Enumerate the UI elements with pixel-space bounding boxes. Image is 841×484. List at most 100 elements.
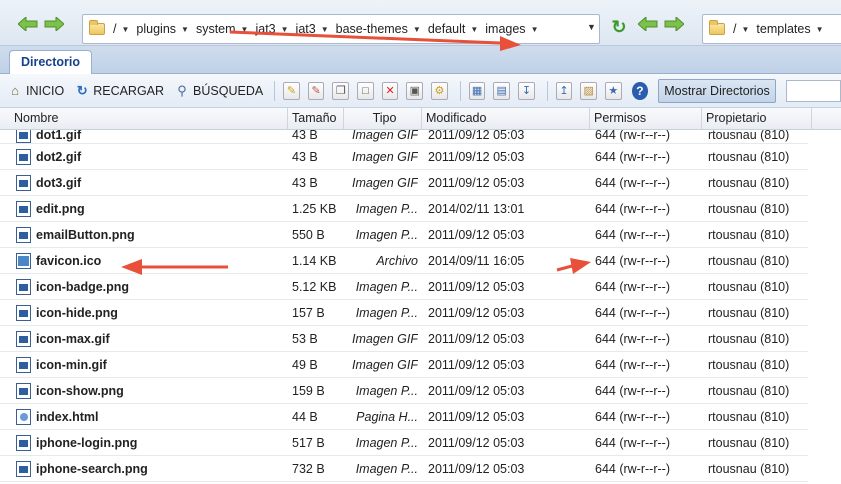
filter-input[interactable]	[785, 79, 841, 102]
column-header-size[interactable]: Tamaño	[288, 108, 344, 130]
cell-modified: 2014/09/11 16:05	[428, 254, 525, 268]
image-file-icon	[16, 149, 31, 165]
tab-directorio[interactable]: Directorio	[9, 50, 92, 75]
table-row[interactable]: favicon.ico 1.14 KB Archivo 2014/09/11 16:0…	[0, 248, 808, 274]
cell-name[interactable]: dot3.gif	[16, 170, 286, 196]
cell-name[interactable]: icon-max.gif	[16, 326, 286, 352]
right-crumb[interactable]: / ▼	[733, 22, 749, 36]
chevron-down-icon[interactable]: ▼	[121, 25, 129, 34]
cell-name[interactable]: iphone-login.png	[16, 430, 286, 456]
copy-icon[interactable]: ❐	[332, 81, 350, 100]
table-row[interactable]: dot3.gif 43 B Imagen GIF 2011/09/12 05:03 64…	[0, 170, 808, 196]
grid-right-gutter	[808, 130, 841, 484]
view-list-icon[interactable]: ▤	[493, 81, 511, 100]
extract-icon[interactable]: ★	[605, 81, 622, 100]
cell-name[interactable]: icon-show.png	[16, 378, 286, 404]
column-header-type[interactable]: Tipo	[344, 108, 422, 130]
left-crumb[interactable]: default ▼	[428, 22, 478, 36]
chevron-down-icon[interactable]: ▼	[321, 25, 329, 34]
reload-button[interactable]: ↻ RECARGAR	[71, 79, 167, 103]
cell-name[interactable]: icon-min.gif	[16, 352, 286, 378]
cell-name[interactable]: favicon.ico	[16, 248, 286, 274]
show-directories-button[interactable]: Mostrar Directorios	[658, 78, 776, 103]
column-header-permissions[interactable]: Permisos	[590, 108, 702, 130]
chevron-down-icon[interactable]: ▼	[816, 25, 824, 34]
left-crumb[interactable]: plugins ▼	[136, 22, 189, 36]
crumb-label: default	[427, 22, 466, 36]
table-row[interactable]: icon-max.gif 53 B Imagen GIF 2011/09/12 05:…	[0, 326, 808, 352]
left-crumb[interactable]: system ▼	[196, 22, 249, 36]
new-file-icon[interactable]: ✎	[283, 81, 300, 100]
table-row[interactable]: icon-hide.png 157 B Imagen P... 2011/09/12 …	[0, 300, 808, 326]
path-dropdown-icon[interactable]: ▼	[587, 22, 596, 32]
table-row[interactable]: emailButton.png 550 B Imagen P... 2011/09/1…	[0, 222, 808, 248]
chevron-down-icon[interactable]: ▼	[741, 25, 749, 34]
cell-name[interactable]: dot2.gif	[16, 144, 286, 170]
left-crumb[interactable]: jat3 ▼	[296, 22, 329, 36]
chevron-down-icon[interactable]: ▼	[413, 25, 421, 34]
left-crumb[interactable]: images ▼	[485, 22, 538, 36]
cell-permissions: 644 (rw-r--r--)	[595, 150, 670, 164]
column-header-name[interactable]: Nombre	[10, 108, 288, 130]
column-header-owner[interactable]: Propietario	[702, 108, 812, 130]
chevron-down-icon[interactable]: ▼	[281, 25, 289, 34]
cell-name[interactable]: dot1.gif	[16, 130, 286, 143]
cell-owner: rtousnau (810)	[708, 332, 790, 346]
chevron-down-icon[interactable]: ▼	[531, 25, 539, 34]
forward-arrow-icon[interactable]	[44, 17, 64, 31]
help-icon[interactable]: ?	[631, 81, 649, 100]
delete-icon[interactable]: ✕	[381, 81, 399, 100]
rename-icon[interactable]: ▣	[406, 81, 424, 100]
download-icon[interactable]: ↧	[518, 81, 535, 100]
cell-modified: 2011/09/12 05:03	[428, 280, 525, 294]
search-button[interactable]: ⚲ BÚSQUEDA	[171, 79, 266, 103]
chevron-down-icon[interactable]: ▼	[241, 25, 249, 34]
properties-icon[interactable]: ⚙	[431, 81, 448, 100]
cell-permissions: 644 (rw-r--r--)	[595, 384, 670, 398]
grid-header: Nombre Tamaño Tipo Modificado Permisos P…	[0, 108, 841, 130]
back-arrow-icon[interactable]	[18, 17, 38, 31]
path-breadcrumb[interactable]: / ▼ plugins ▼ system ▼ jat3 ▼ jat3 ▼ base-themes ▼ d…	[82, 14, 600, 44]
table-row[interactable]: edit.png 1.25 KB Imagen P... 2014/02/11 13:…	[0, 196, 808, 222]
path-breadcrumb-right[interactable]: / ▼ templates ▼	[702, 14, 841, 44]
back-arrow-icon-right[interactable]	[638, 17, 658, 31]
home-icon: ⌂	[11, 82, 19, 98]
home-button[interactable]: ⌂ INICIO	[4, 79, 67, 103]
right-crumb[interactable]: templates ▼	[756, 22, 823, 36]
table-row[interactable]: icon-badge.png 5.12 KB Imagen P... 2011/09/…	[0, 274, 808, 300]
cell-name[interactable]: index.html	[16, 404, 286, 430]
cell-name[interactable]: iphone-search.png	[16, 456, 286, 482]
cell-name[interactable]: icon-hide.png	[16, 300, 286, 326]
forward-arrow-icon-right[interactable]	[664, 17, 684, 31]
cell-owner: rtousnau (810)	[708, 228, 790, 242]
cell-owner: rtousnau (810)	[708, 254, 790, 268]
cell-owner: rtousnau (810)	[708, 176, 790, 190]
edit-file-icon[interactable]: ✎	[307, 81, 325, 100]
column-header-modified[interactable]: Modificado	[422, 108, 590, 130]
cell-name[interactable]: edit.png	[16, 196, 286, 222]
cell-size: 44 B	[292, 410, 318, 424]
cell-permissions: 644 (rw-r--r--)	[595, 410, 670, 424]
chevron-down-icon[interactable]: ▼	[470, 25, 478, 34]
table-row[interactable]: iphone-login.png 517 B Imagen P... 2011/09/…	[0, 430, 808, 456]
table-row[interactable]: icon-min.gif 49 B Imagen GIF 2011/09/12 05:…	[0, 352, 808, 378]
chevron-down-icon[interactable]: ▼	[181, 25, 189, 34]
view-icons-icon[interactable]: ▦	[468, 81, 486, 100]
upload-icon[interactable]: ↥	[555, 81, 573, 100]
table-row[interactable]: dot2.gif 43 B Imagen GIF 2011/09/12 05:03 64…	[0, 144, 808, 170]
cell-type: Imagen GIF	[352, 358, 418, 372]
sync-icon[interactable]: ↻	[610, 18, 628, 36]
left-crumb[interactable]: jat3 ▼	[255, 22, 288, 36]
search-label: BÚSQUEDA	[193, 83, 264, 98]
table-row[interactable]: index.html 44 B Pagina H... 2011/09/12 05:0…	[0, 404, 808, 430]
cell-name[interactable]: icon-badge.png	[16, 274, 286, 300]
left-crumb[interactable]: / ▼	[113, 22, 129, 36]
left-crumb[interactable]: base-themes ▼	[336, 22, 421, 36]
cell-name[interactable]: emailButton.png	[16, 222, 286, 248]
table-row[interactable]: icon-show.png 159 B Imagen P... 2011/09/12 …	[0, 378, 808, 404]
table-row[interactable]: dot1.gif 43 B Imagen GIF 2011/09/12 05:03 64…	[0, 130, 808, 144]
blank-file-icon[interactable]: □	[357, 81, 374, 100]
table-row[interactable]: iphone-search.png 732 B Imagen P... 2011/09…	[0, 456, 808, 482]
cell-permissions: 644 (rw-r--r--)	[595, 254, 670, 268]
archive-icon[interactable]: ▨	[580, 81, 598, 100]
